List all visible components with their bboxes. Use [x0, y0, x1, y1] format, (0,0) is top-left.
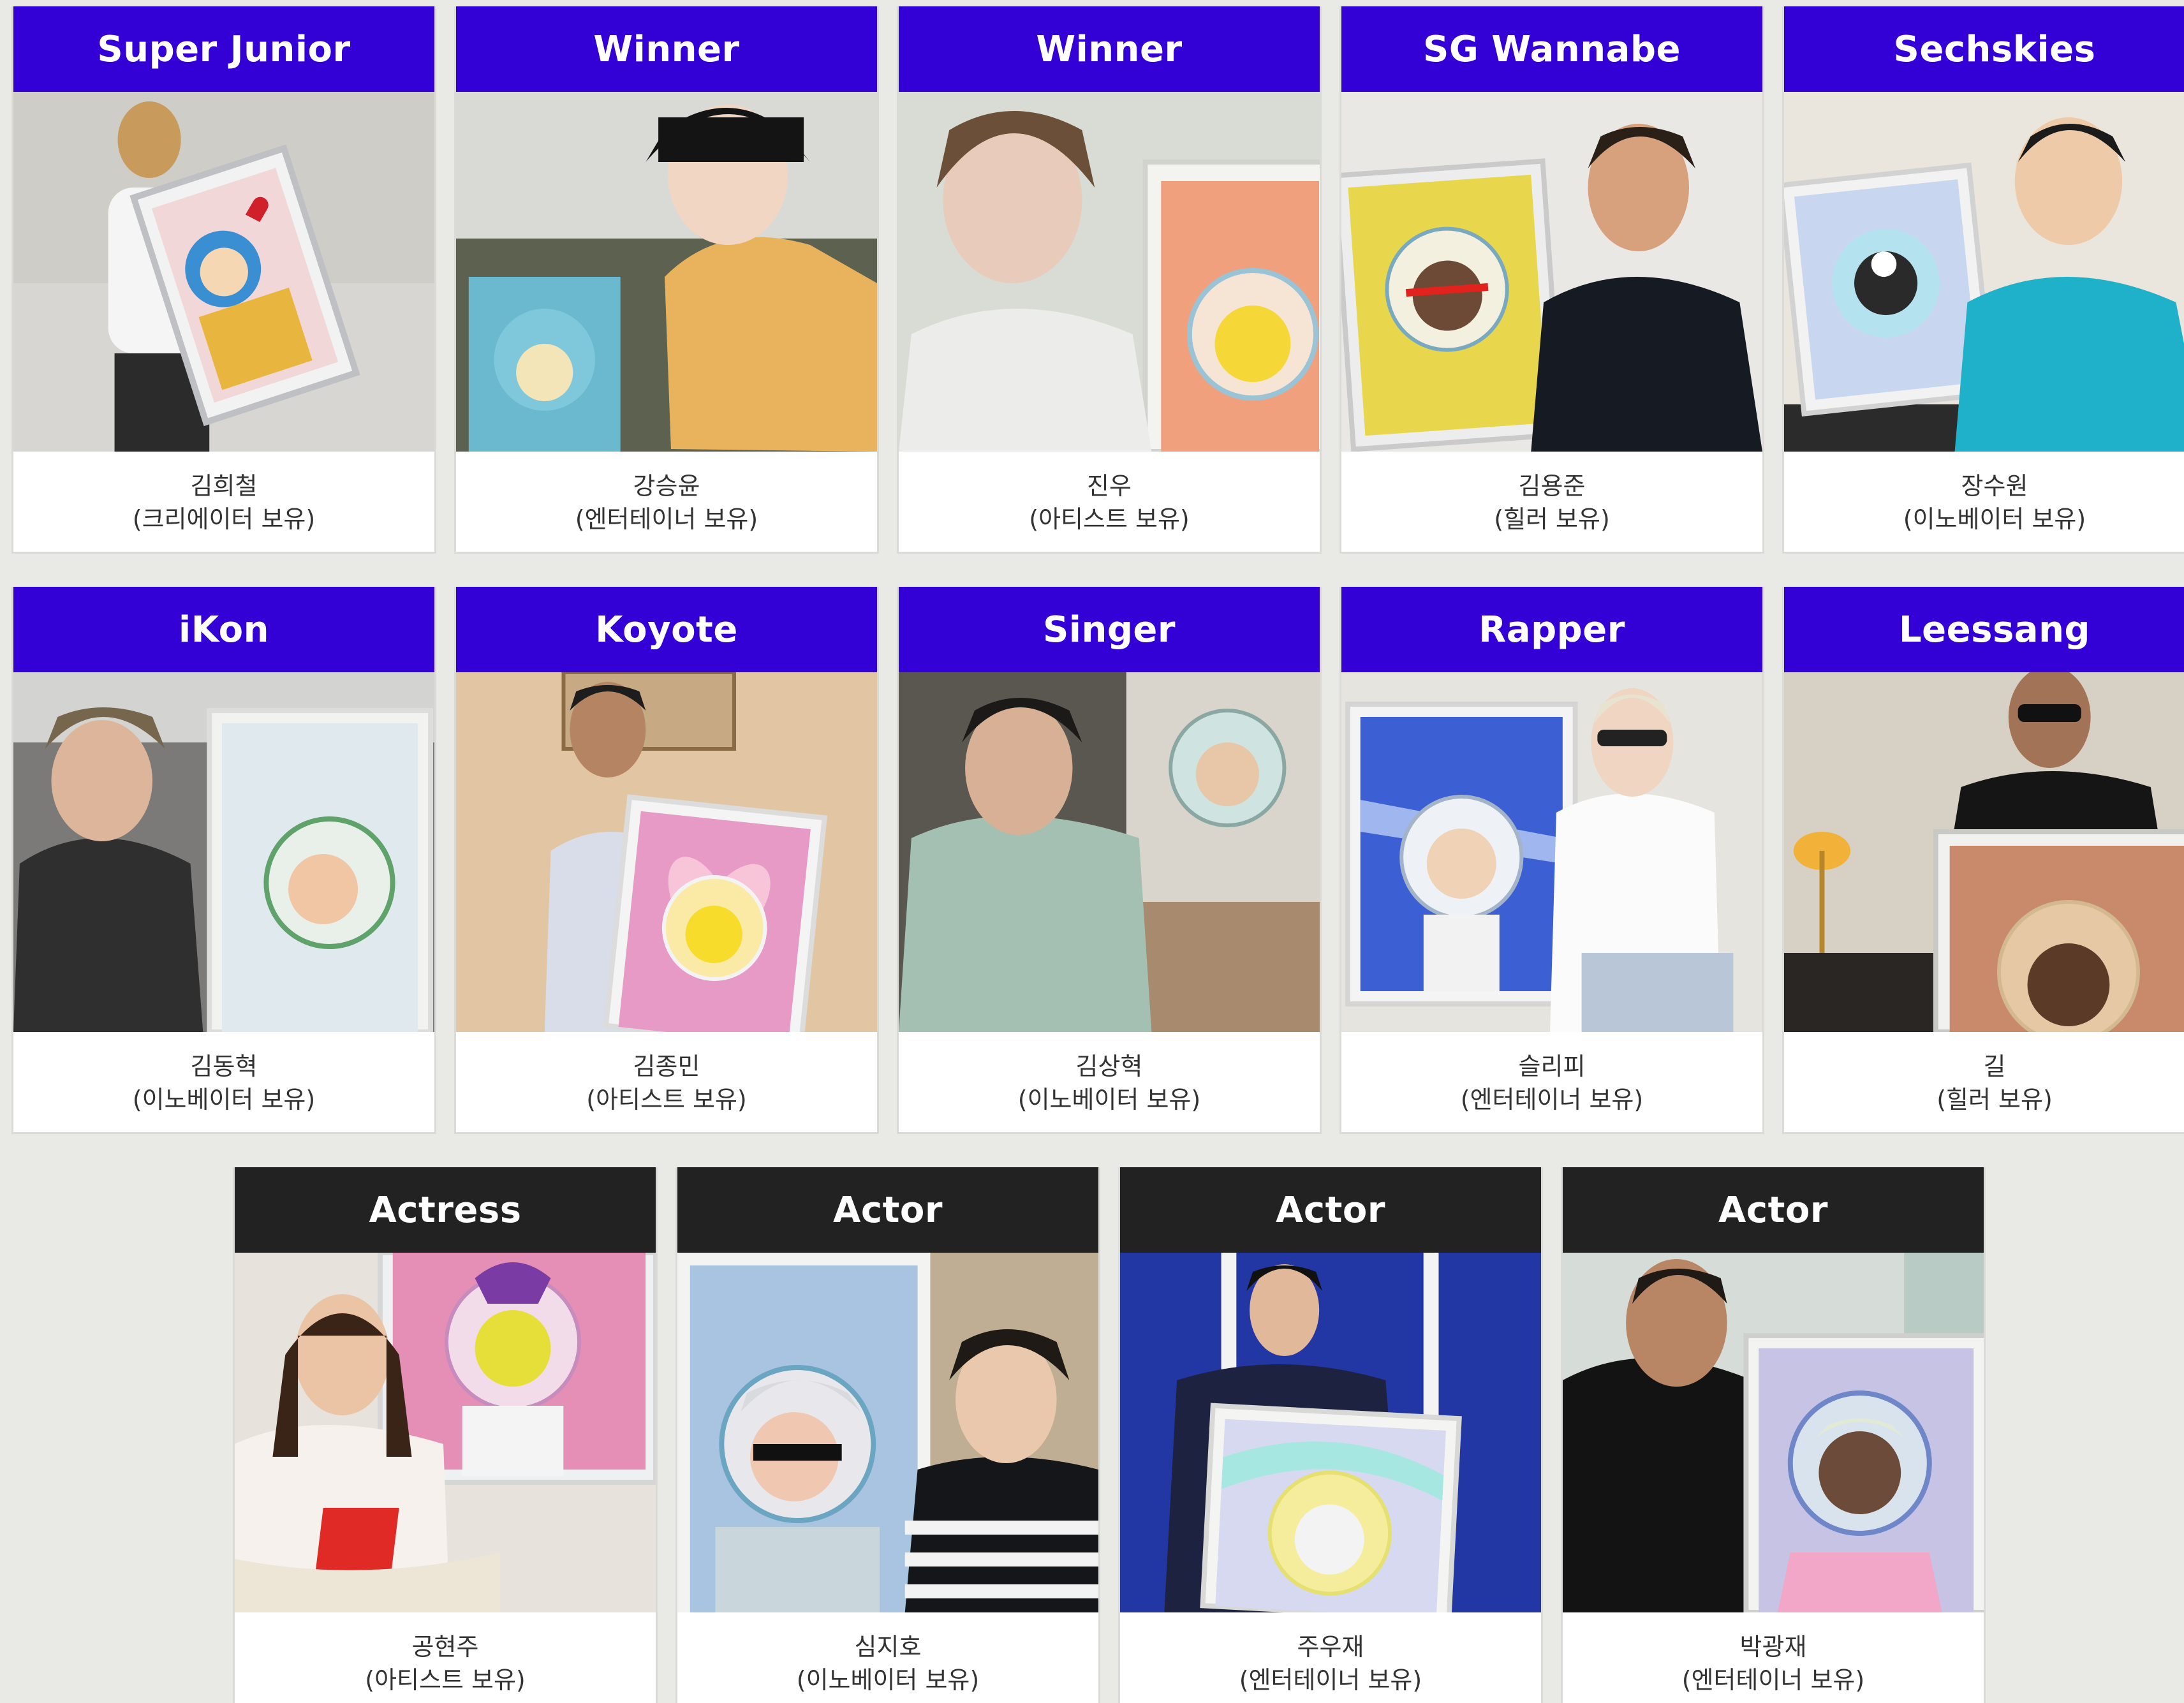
- nft-role: (이노베이터 보유): [796, 1666, 980, 1694]
- card-caption: 박광재 (엔터테이너 보유): [1563, 1612, 1984, 1703]
- celebrity-card[interactable]: SG Wannabe 김용준 (힐러 보유): [1339, 6, 1764, 554]
- card-group-title: Actor: [1563, 1167, 1984, 1253]
- card-group-title: Sechskies: [1784, 6, 2184, 92]
- card-caption: 김종민 (아티스트 보유): [456, 1032, 877, 1132]
- celebrity-name: 김종민: [633, 1052, 700, 1080]
- celebrity-photo: [1784, 672, 2184, 1032]
- celebrity-photo: [13, 672, 434, 1032]
- nft-role: (아티스트 보유): [365, 1666, 526, 1694]
- nft-role: (이노베이터 보유): [1903, 505, 2086, 533]
- card-caption: 진우 (아티스트 보유): [899, 452, 1320, 552]
- card-caption: 장수원 (이노베이터 보유): [1784, 452, 2184, 552]
- nft-role: (엔터테이너 보유): [575, 505, 758, 533]
- celebrity-name: 슬리피: [1518, 1052, 1586, 1080]
- celebrity-photo: [899, 92, 1320, 452]
- card-caption: 김동혁 (이노베이터 보유): [13, 1032, 434, 1132]
- celebrity-name: 주우재: [1297, 1633, 1364, 1661]
- celebrity-name: 김동혁: [190, 1052, 258, 1080]
- celebrity-card[interactable]: Winner 진우 (아티스트 보유): [897, 6, 1322, 554]
- nft-role: (크리에이터 보유): [132, 505, 316, 533]
- card-caption: 슬리피 (엔터테이너 보유): [1341, 1032, 1762, 1132]
- card-caption: 길 (힐러 보유): [1784, 1032, 2184, 1132]
- celebrity-photo: [899, 672, 1320, 1032]
- celebrity-card[interactable]: Koyote 김종민 (아티스트 보유): [454, 587, 879, 1134]
- card-caption: 김상혁 (이노베이터 보유): [899, 1032, 1320, 1132]
- celebrity-card[interactable]: Actor 박광재 (엔터테이너 보유): [1561, 1167, 1986, 1703]
- celebrity-card[interactable]: Super Junior 김희철 (크리에이터 보유): [11, 6, 436, 554]
- nft-role: (엔터테이너 보유): [1239, 1666, 1422, 1694]
- celebrity-name: 진우: [1087, 472, 1132, 500]
- card-group-title: Super Junior: [13, 6, 434, 92]
- card-group-title: Winner: [899, 6, 1320, 92]
- celebrity-photo: [677, 1253, 1098, 1612]
- card-caption: 심지호 (이노베이터 보유): [677, 1612, 1098, 1703]
- celebrity-photo: [1120, 1253, 1541, 1612]
- card-group-title: Actor: [1120, 1167, 1541, 1253]
- card-caption: 공현주 (아티스트 보유): [235, 1612, 656, 1703]
- celebrity-photo: [13, 92, 434, 452]
- nft-role: (이노베이터 보유): [132, 1086, 316, 1114]
- celebrity-photo: [235, 1253, 656, 1612]
- card-group-title: iKon: [13, 587, 434, 672]
- nft-role: (힐러 보유): [1494, 505, 1610, 533]
- card-group-title: Leessang: [1784, 587, 2184, 672]
- card-group-title: SG Wannabe: [1341, 6, 1762, 92]
- celebrity-name: 장수원: [1961, 472, 2028, 500]
- celebrity-card[interactable]: Sechskies 장수원 (이노베이터 보유): [1782, 6, 2184, 554]
- celebrity-name: 심지호: [854, 1633, 922, 1661]
- celebrity-name: 김상혁: [1075, 1052, 1143, 1080]
- celebrity-photo: [1341, 672, 1762, 1032]
- celebrity-photo: [456, 672, 877, 1032]
- celebrity-card[interactable]: iKon 김동혁 (이노베이터 보유): [11, 587, 436, 1134]
- card-caption: 김용준 (힐러 보유): [1341, 452, 1762, 552]
- nft-role: (엔터테이너 보유): [1460, 1086, 1644, 1114]
- celebrity-name: 박광재: [1739, 1633, 1807, 1661]
- celebrity-card[interactable]: Actor 주우재 (엔터테이너 보유): [1118, 1167, 1543, 1703]
- celebrity-name: 길: [1983, 1052, 2006, 1080]
- celebrity-name: 강승윤: [633, 472, 700, 500]
- card-caption: 강승윤 (엔터테이너 보유): [456, 452, 877, 552]
- celebrity-card[interactable]: Leessang 길 (힐러 보유): [1782, 587, 2184, 1134]
- nft-role: (힐러 보유): [1937, 1086, 2053, 1114]
- celebrity-photo: [456, 92, 877, 452]
- celebrity-gallery: Super Junior 김희철 (크리에이터 보유) Winner 강승윤 (…: [0, 0, 2184, 1703]
- celebrity-name: 김용준: [1518, 472, 1586, 500]
- celebrity-photo: [1341, 92, 1762, 452]
- card-group-title: Rapper: [1341, 587, 1762, 672]
- celebrity-card[interactable]: Actress 공현주 (아티스트 보유): [233, 1167, 658, 1703]
- celebrity-card[interactable]: Singer 김상혁 (이노베이터 보유): [897, 587, 1322, 1134]
- card-group-title: Winner: [456, 6, 877, 92]
- card-group-title: Koyote: [456, 587, 877, 672]
- card-caption: 김희철 (크리에이터 보유): [13, 452, 434, 552]
- nft-role: (이노베이터 보유): [1017, 1086, 1201, 1114]
- celebrity-name: 공현주: [411, 1633, 479, 1661]
- celebrity-photo: [1563, 1253, 1984, 1612]
- card-caption: 주우재 (엔터테이너 보유): [1120, 1612, 1541, 1703]
- card-group-title: Singer: [899, 587, 1320, 672]
- nft-role: (엔터테이너 보유): [1681, 1666, 1865, 1694]
- celebrity-card[interactable]: Actor 심지호 (이노베이터 보유): [675, 1167, 1100, 1703]
- celebrity-photo: [1784, 92, 2184, 452]
- card-group-title: Actor: [677, 1167, 1098, 1253]
- nft-role: (아티스트 보유): [586, 1086, 747, 1114]
- celebrity-card[interactable]: Winner 강승윤 (엔터테이너 보유): [454, 6, 879, 554]
- card-group-title: Actress: [235, 1167, 656, 1253]
- nft-role: (아티스트 보유): [1029, 505, 1190, 533]
- celebrity-name: 김희철: [190, 472, 258, 500]
- celebrity-card[interactable]: Rapper 슬리피 (엔터테이너 보유): [1339, 587, 1764, 1134]
